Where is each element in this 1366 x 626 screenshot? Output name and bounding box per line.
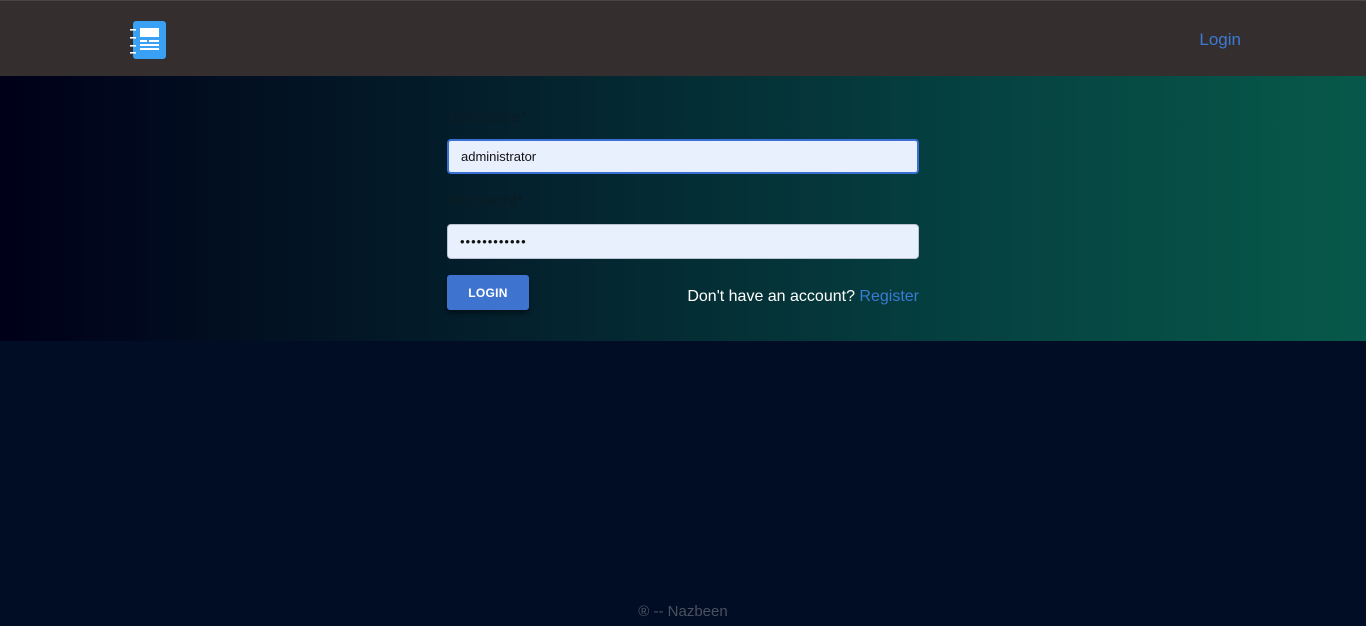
password-label: Password* bbox=[447, 193, 524, 210]
password-input[interactable]: •••••••••••• bbox=[447, 224, 919, 259]
username-input[interactable]: administrator bbox=[447, 139, 919, 174]
register-row: Don't have an account? Register bbox=[687, 288, 919, 306]
username-label: Username* bbox=[447, 109, 528, 126]
hero-banner bbox=[0, 76, 1366, 341]
register-link[interactable]: Register bbox=[859, 288, 919, 305]
password-value: •••••••••••• bbox=[460, 234, 527, 249]
nav-login-link[interactable]: Login bbox=[1199, 30, 1241, 50]
notebook-icon[interactable] bbox=[130, 21, 166, 59]
footer-text: ® -- Nazbeen bbox=[638, 603, 728, 620]
login-button[interactable]: LOGIN bbox=[447, 275, 529, 310]
register-prompt: Don't have an account? bbox=[687, 288, 855, 305]
navbar: Login bbox=[0, 0, 1366, 76]
username-value: administrator bbox=[461, 149, 537, 164]
